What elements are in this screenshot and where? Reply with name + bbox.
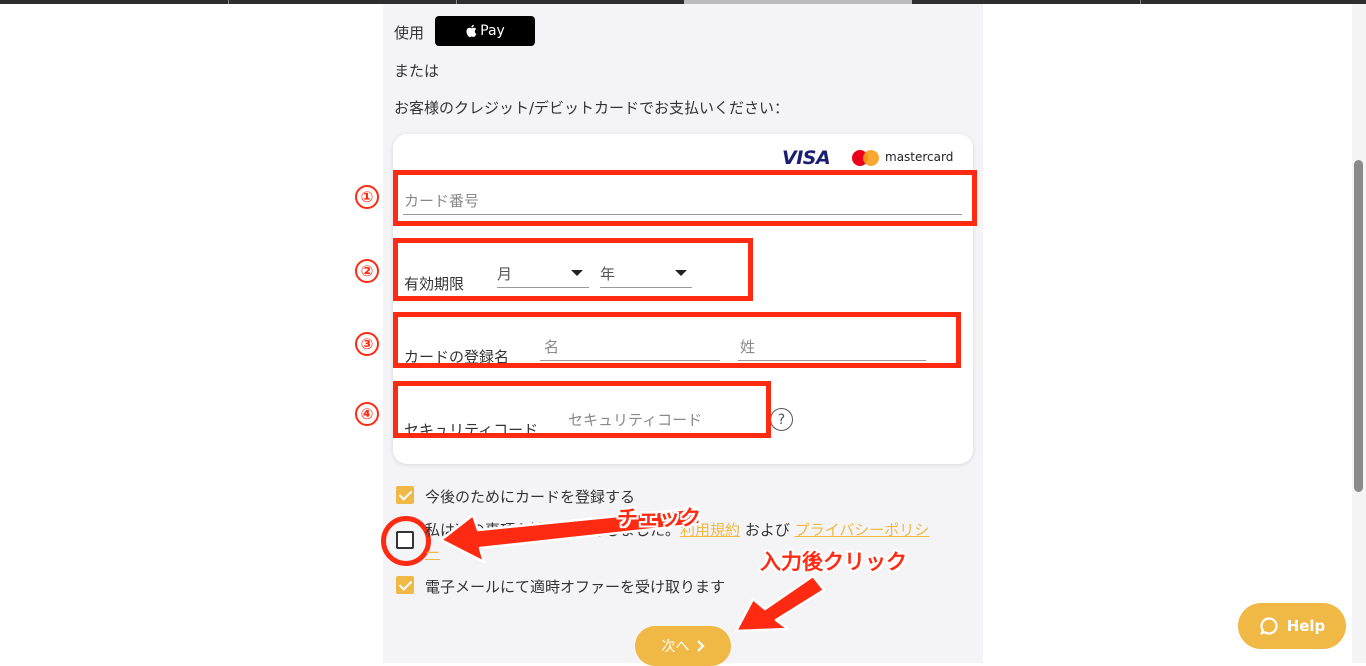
highlight-card-number (393, 170, 977, 226)
tab-divider (228, 0, 229, 4)
terms-and: および (744, 521, 790, 539)
use-label: 使用 (394, 24, 425, 42)
privacy-policy-link[interactable]: プライバシーポリシ (795, 521, 930, 539)
apple-pay-label: Pay (480, 23, 505, 39)
or-label: または (394, 62, 440, 80)
help-button[interactable]: Help (1238, 603, 1346, 649)
step-number-2: ② (355, 259, 379, 283)
help-button-label: Help (1286, 617, 1326, 635)
help-question-icon[interactable]: ? (770, 408, 793, 431)
highlight-security-code (393, 381, 771, 438)
highlight-cardholder (393, 312, 961, 368)
step-number-3: ③ (355, 332, 379, 356)
card-instruction: お客様のクレジット/デビットカードでお支払いください： (394, 99, 790, 117)
chat-bubble-icon (1260, 617, 1278, 635)
next-button[interactable]: 次へ (635, 626, 731, 666)
apple-icon (466, 24, 477, 38)
highlight-expiry (393, 238, 753, 301)
step-number-1: ① (355, 185, 379, 209)
email-offers-label: 電子メールにて適時オファーを受け取ります (425, 578, 726, 596)
chevron-right-icon (696, 640, 705, 652)
next-button-label: 次へ (661, 639, 690, 655)
scrollbar-thumb[interactable] (1354, 160, 1363, 492)
annotation-click-after-input: 入力後クリック (760, 550, 907, 574)
privacy-policy-link-tail[interactable]: ー (425, 544, 440, 562)
email-offers-checkbox[interactable] (396, 576, 414, 594)
save-card-checkbox[interactable] (396, 486, 414, 504)
annotation-check: チェック (617, 506, 701, 530)
highlight-terms-checkbox (381, 516, 431, 566)
step-number-4: ④ (355, 402, 379, 426)
mastercard-logo-text: mastercard (885, 150, 954, 164)
apple-pay-button[interactable]: Pay (435, 16, 535, 46)
visa-logo: VISA (782, 147, 831, 169)
mastercard-logo-icon (852, 150, 882, 166)
tab-divider (1140, 0, 1141, 4)
save-card-label: 今後のためにカードを登録する (425, 488, 636, 506)
privacy-policy-link-continued: ー (425, 542, 440, 563)
